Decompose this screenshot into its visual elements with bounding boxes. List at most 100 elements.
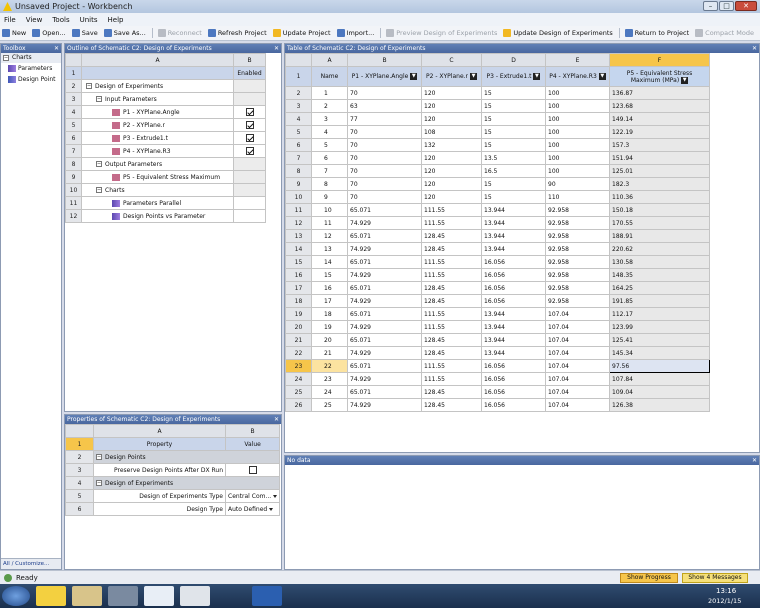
- start-button[interactable]: [2, 586, 30, 606]
- property-value[interactable]: [224, 463, 281, 477]
- outline-cell[interactable]: − Charts: [81, 183, 234, 197]
- doe-header-cell[interactable]: P4 - XYPlane.R3 ▼: [545, 66, 610, 87]
- outline-row[interactable]: 7 P4 - XYPlane.R3: [65, 144, 266, 158]
- doe-row[interactable]: 5 4 70 108 15 100 122.19: [285, 125, 710, 139]
- doe-cell[interactable]: 15: [481, 177, 546, 191]
- enabled-checkbox[interactable]: [245, 121, 254, 129]
- doe-cell[interactable]: 100: [545, 138, 610, 152]
- doe-header-cell[interactable]: Name: [311, 66, 348, 87]
- column-header[interactable]: B: [347, 53, 422, 67]
- column-header[interactable]: F: [609, 53, 710, 67]
- property-value[interactable]: Auto Defined: [224, 502, 281, 516]
- explorer-taskbar-icon[interactable]: [72, 586, 102, 606]
- doe-cell[interactable]: 21: [311, 346, 348, 360]
- outline-row[interactable]: 11 Parameters Parallel: [65, 196, 266, 210]
- outline-row[interactable]: 9 P5 - Equivalent Stress Maximum: [65, 170, 266, 184]
- outline-row[interactable]: 12 Design Points vs Parameter: [65, 209, 266, 223]
- enabled-checkbox[interactable]: [245, 147, 254, 155]
- column-header[interactable]: C: [421, 53, 482, 67]
- doe-cell[interactable]: 13.944: [481, 203, 546, 217]
- doe-cell[interactable]: 92.958: [545, 255, 610, 269]
- doe-cell[interactable]: 128.45: [421, 294, 482, 308]
- menu-tools[interactable]: Tools: [52, 16, 69, 24]
- doe-cell[interactable]: 120: [421, 190, 482, 204]
- doe-cell[interactable]: 16.056: [481, 281, 546, 295]
- close-icon[interactable]: ✕: [54, 44, 59, 53]
- filter-dropdown-icon[interactable]: ▼: [470, 73, 478, 80]
- doe-cell[interactable]: 22: [311, 359, 348, 373]
- doe-cell[interactable]: 5: [311, 138, 348, 152]
- doe-cell[interactable]: 92.958: [545, 281, 610, 295]
- doe-row[interactable]: 20 19 74.929 111.55 13.944 107.04 123.99: [285, 320, 710, 334]
- update-design-of-experiments-button[interactable]: Update Design of Experiments: [503, 29, 613, 37]
- doe-cell[interactable]: 100: [545, 125, 610, 139]
- doe-cell[interactable]: 92.958: [545, 203, 610, 217]
- doe-cell[interactable]: 65.071: [347, 359, 422, 373]
- doe-cell[interactable]: 70: [347, 190, 422, 204]
- outline-cell[interactable]: Design Points vs Parameter: [81, 209, 234, 223]
- doe-cell[interactable]: 13.944: [481, 242, 546, 256]
- doe-cell[interactable]: 111.55: [421, 203, 482, 217]
- properties-row[interactable]: 6 Design Type Auto Defined: [65, 502, 281, 516]
- doe-row[interactable]: 7 6 70 120 13.5 100 151.94: [285, 151, 710, 165]
- doe-row[interactable]: 6 5 70 132 15 100 157.3: [285, 138, 710, 152]
- column-header[interactable]: E: [545, 53, 610, 67]
- doe-cell[interactable]: 128.45: [421, 398, 482, 412]
- collapse-icon[interactable]: −: [96, 96, 102, 102]
- show-progress-button[interactable]: Show Progress: [620, 573, 678, 583]
- doe-cell[interactable]: 120: [421, 164, 482, 178]
- doe-cell[interactable]: 107.04: [545, 398, 610, 412]
- doe-cell[interactable]: 13: [311, 242, 348, 256]
- doe-cell[interactable]: 16.056: [481, 385, 546, 399]
- outline-cell[interactable]: − Design of Experiments: [81, 79, 234, 93]
- doe-row[interactable]: 16 15 74.929 111.55 16.056 92.958 148.35: [285, 268, 710, 282]
- doe-cell[interactable]: 128.45: [421, 385, 482, 399]
- save-button[interactable]: Save: [71, 29, 98, 37]
- word-taskbar-icon[interactable]: [252, 586, 282, 606]
- doe-cell[interactable]: 100: [545, 112, 610, 126]
- doe-row[interactable]: 19 18 65.071 111.55 13.944 107.04 112.17: [285, 307, 710, 321]
- doe-cell[interactable]: 15: [481, 138, 546, 152]
- doe-cell[interactable]: 19: [311, 320, 348, 334]
- outline-row[interactable]: 6 P3 - Extrude1.t: [65, 131, 266, 145]
- doe-cell[interactable]: 25: [311, 398, 348, 412]
- doe-cell[interactable]: 7: [311, 164, 348, 178]
- doe-cell[interactable]: 128.45: [421, 242, 482, 256]
- doe-row[interactable]: 25 24 65.071 128.45 16.056 107.04 109.04: [285, 385, 710, 399]
- doe-header-cell[interactable]: P1 - XYPlane.Angle ▼: [347, 66, 422, 87]
- doe-cell[interactable]: 128.45: [421, 333, 482, 347]
- doe-cell[interactable]: 6: [311, 151, 348, 165]
- collapse-icon[interactable]: −: [3, 54, 9, 61]
- doe-cell[interactable]: 4: [311, 125, 348, 139]
- menu-units[interactable]: Units: [80, 16, 98, 24]
- document-taskbar-icon[interactable]: [180, 586, 210, 606]
- doe-cell[interactable]: 111.55: [421, 307, 482, 321]
- preview-design-of-experiments-button[interactable]: Preview Design of Experiments: [386, 29, 497, 37]
- doe-cell[interactable]: 100: [545, 151, 610, 165]
- doe-cell[interactable]: 16.5: [481, 164, 546, 178]
- doe-cell[interactable]: 65.071: [347, 385, 422, 399]
- close-icon[interactable]: ✕: [752, 456, 757, 465]
- clock-time[interactable]: 13:16: [716, 587, 736, 595]
- doe-cell[interactable]: 107.04: [545, 372, 610, 386]
- doe-cell[interactable]: 132: [421, 138, 482, 152]
- doe-cell[interactable]: 128.45: [421, 229, 482, 243]
- open-button[interactable]: Open...: [32, 29, 66, 37]
- doe-cell[interactable]: 100: [545, 86, 610, 100]
- doe-cell[interactable]: 120: [421, 86, 482, 100]
- doe-cell[interactable]: 65.071: [347, 255, 422, 269]
- outline-cell[interactable]: Parameters Parallel: [81, 196, 234, 210]
- doe-cell[interactable]: 100: [545, 99, 610, 113]
- update-project-button[interactable]: Update Project: [272, 29, 331, 37]
- doe-cell[interactable]: 1: [311, 86, 348, 100]
- doe-cell[interactable]: 90: [545, 177, 610, 191]
- dropdown-arrow-icon[interactable]: [269, 507, 274, 511]
- doe-cell[interactable]: 9: [311, 190, 348, 204]
- doe-cell[interactable]: 92.958: [545, 229, 610, 243]
- doe-cell[interactable]: 15: [481, 112, 546, 126]
- doe-cell[interactable]: 92.958: [545, 294, 610, 308]
- doe-cell[interactable]: 120: [421, 112, 482, 126]
- doe-cell[interactable]: 107.04: [545, 359, 610, 373]
- doe-row[interactable]: 3 2 63 120 15 100 123.68: [285, 99, 710, 113]
- doe-row[interactable]: 15 14 65.071 111.55 16.056 92.958 130.58: [285, 255, 710, 269]
